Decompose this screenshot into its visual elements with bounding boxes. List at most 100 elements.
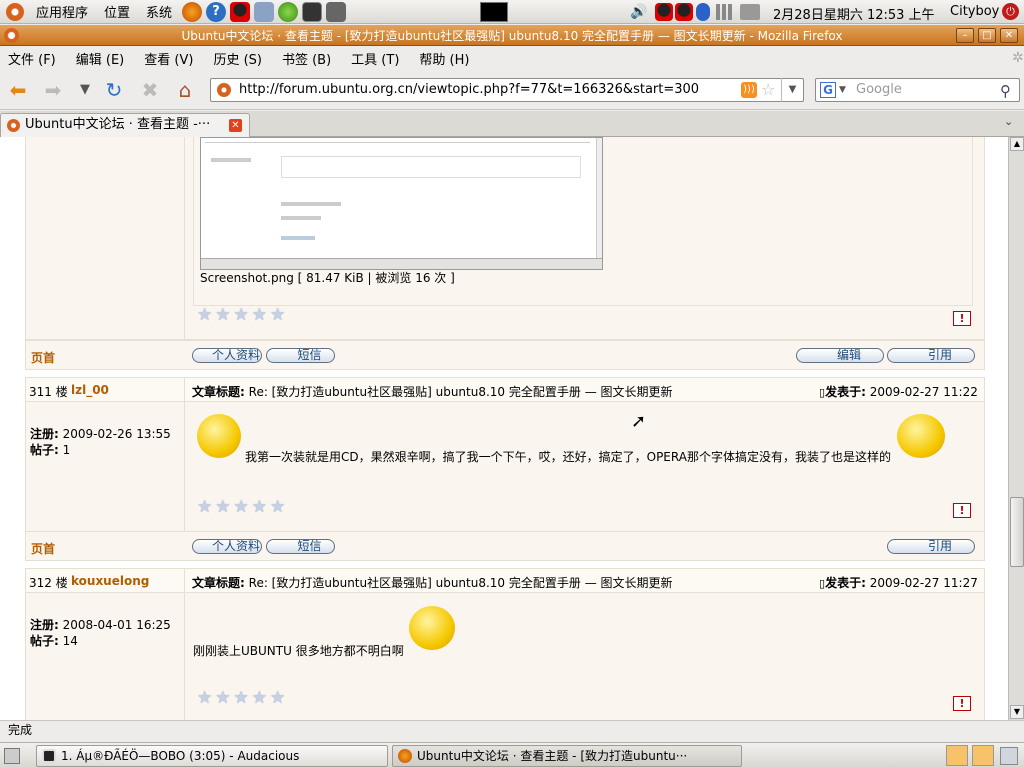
menu-tools[interactable]: 工具 (T) [343, 49, 411, 68]
rating-stars[interactable]: ★ ★ ★ ★ ★ [197, 306, 285, 324]
post-310: Screenshot.png [ 81.47 KiB | 被浏览 16 次 ] … [25, 137, 985, 340]
post-author[interactable]: kouxuelong [71, 574, 149, 588]
home-button[interactable]: ⌂ [172, 78, 198, 102]
window-icon[interactable] [4, 28, 19, 43]
star-icon[interactable]: ★ [197, 689, 212, 707]
user-name[interactable]: Cityboy [950, 4, 999, 19]
page-scrollbar[interactable]: ▲ ▼ [1008, 137, 1024, 720]
star-icon[interactable]: ★ [234, 306, 249, 324]
back-to-top-link[interactable]: 页首 [31, 540, 55, 557]
firefox-launcher-icon[interactable] [182, 1, 203, 22]
users-icon[interactable] [254, 1, 275, 22]
attachment-thumbnail[interactable] [200, 137, 603, 270]
menu-bookmarks[interactable]: 书签 (B) [274, 49, 343, 68]
battery-icon[interactable] [740, 4, 760, 20]
terminal-icon[interactable] [302, 1, 323, 22]
qq-tray-icon-2[interactable] [675, 3, 693, 21]
star-icon[interactable]: ★ [234, 689, 249, 707]
search-icon[interactable]: ⚲ [1000, 80, 1011, 102]
workspace-2[interactable] [972, 745, 994, 766]
system-menu[interactable]: 系统 [138, 2, 180, 21]
menu-edit[interactable]: 编辑 (E) [68, 49, 137, 68]
help-icon[interactable]: ? [206, 1, 227, 22]
star-icon[interactable]: ★ [252, 498, 267, 516]
taskbar-firefox[interactable]: Ubuntu中文论坛 · 查看主题 - [致力打造ubuntu··· [392, 745, 742, 767]
workspace-1[interactable] [946, 745, 968, 766]
tab-close-icon[interactable]: ✕ [229, 119, 242, 132]
star-icon[interactable]: ★ [215, 306, 230, 324]
engine-dropdown-icon[interactable]: ▼ [839, 79, 846, 101]
workspace-switcher[interactable] [480, 2, 508, 22]
minimize-button[interactable]: – [956, 28, 974, 43]
post-author[interactable]: lzl_00 [71, 383, 109, 397]
qq-tray-icon[interactable] [655, 3, 673, 21]
quote-button[interactable]: 引用 [887, 539, 975, 554]
clock[interactable]: 2月28日星期六 12:53 上午 [773, 4, 935, 23]
star-icon[interactable]: ★ [252, 306, 267, 324]
back-to-top-link[interactable]: 页首 [31, 349, 55, 366]
rating-stars[interactable]: ★ ★ ★ ★ ★ [197, 689, 285, 707]
qq-icon[interactable] [230, 1, 251, 22]
maximize-button[interactable]: □ [978, 28, 996, 43]
tab-list-icon[interactable]: ⌄ [1004, 115, 1013, 128]
pm-button[interactable]: 短信 [266, 539, 335, 554]
report-icon[interactable]: ! [953, 503, 971, 518]
report-icon[interactable]: ! [953, 311, 971, 326]
bookmark-star-icon[interactable]: ☆ [761, 79, 775, 101]
scroll-up-icon[interactable]: ▲ [1010, 137, 1024, 151]
show-desktop-icon[interactable] [4, 748, 20, 764]
reload-button[interactable]: ↻ [101, 78, 127, 102]
trash-icon[interactable] [1000, 747, 1018, 765]
back-button[interactable]: ⬅ [5, 78, 31, 102]
scroll-thumb[interactable] [1010, 497, 1024, 567]
close-window-button[interactable]: ✕ [1000, 28, 1018, 43]
network-icon[interactable] [716, 4, 736, 20]
report-icon[interactable]: ! [953, 696, 971, 711]
window-titlebar[interactable]: Ubuntu中文论坛 · 查看主题 - [致力打造ubuntu社区最强贴] ub… [0, 25, 1024, 46]
ubuntu-logo-icon[interactable] [6, 2, 24, 21]
menu-view[interactable]: 查看 (V) [136, 49, 205, 68]
ie-icon[interactable] [278, 1, 299, 22]
rss-feed-icon[interactable]: ))) [741, 82, 757, 98]
profile-button[interactable]: 个人资料 [192, 348, 262, 363]
forward-button[interactable]: ➡ [40, 78, 66, 102]
post-time: 2009-02-27 11:22 [869, 385, 978, 399]
star-icon[interactable]: ★ [197, 306, 212, 324]
post-title[interactable]: Re: [致力打造ubuntu社区最强贴] ubuntu8.10 完全配置手册 … [249, 385, 673, 399]
star-icon[interactable]: ★ [197, 498, 212, 516]
url-bar[interactable]: http://forum.ubuntu.org.cn/viewtopic.php… [210, 78, 804, 102]
search-bar[interactable]: G ▼ Google ⚲ [815, 78, 1020, 102]
bluetooth-icon[interactable] [696, 3, 710, 21]
tab-active[interactable]: Ubuntu中文论坛 · 查看主题 -··· ✕ [0, 113, 250, 137]
scroll-down-icon[interactable]: ▼ [1010, 705, 1024, 719]
url-dropdown-icon[interactable]: ▼ [781, 78, 803, 102]
stop-button[interactable]: ✖ [137, 78, 163, 102]
star-icon[interactable]: ★ [252, 689, 267, 707]
places-menu[interactable]: 位置 [96, 2, 138, 21]
google-engine-icon[interactable]: G [820, 82, 836, 98]
star-icon[interactable]: ★ [215, 498, 230, 516]
edit-button[interactable]: 编辑 [796, 348, 884, 363]
applications-menu[interactable]: 应用程序 [28, 2, 96, 21]
star-icon[interactable]: ★ [270, 498, 285, 516]
power-icon[interactable]: ⏻ [1002, 3, 1019, 20]
star-icon[interactable]: ★ [215, 689, 230, 707]
menu-help[interactable]: 帮助 (H) [411, 49, 481, 68]
rating-stars[interactable]: ★ ★ ★ ★ ★ [197, 498, 285, 516]
star-icon[interactable]: ★ [270, 689, 285, 707]
search-input[interactable]: Google [856, 82, 902, 97]
pm-button[interactable]: 短信 [266, 348, 335, 363]
profile-button[interactable]: 个人资料 [192, 539, 262, 554]
url-text[interactable]: http://forum.ubuntu.org.cn/viewtopic.php… [239, 82, 699, 97]
menu-file[interactable]: 文件 (F) [0, 49, 68, 68]
star-icon[interactable]: ★ [270, 306, 285, 324]
taskbar-audacious[interactable]: 1. Áµ®ÐÃÉÖ—BOBO (3:05) - Audacious [36, 745, 388, 767]
volume-icon[interactable]: 🔊 [630, 4, 650, 20]
menu-history[interactable]: 历史 (S) [205, 49, 274, 68]
camera-icon[interactable] [326, 1, 347, 22]
star-icon[interactable]: ★ [234, 498, 249, 516]
quote-button[interactable]: 引用 [887, 348, 975, 363]
history-dropdown-icon[interactable]: ▼ [72, 78, 98, 102]
post-title[interactable]: Re: [致力打造ubuntu社区最强贴] ubuntu8.10 完全配置手册 … [249, 576, 673, 590]
attachment-caption[interactable]: Screenshot.png [ 81.47 KiB | 被浏览 16 次 ] [200, 269, 455, 286]
